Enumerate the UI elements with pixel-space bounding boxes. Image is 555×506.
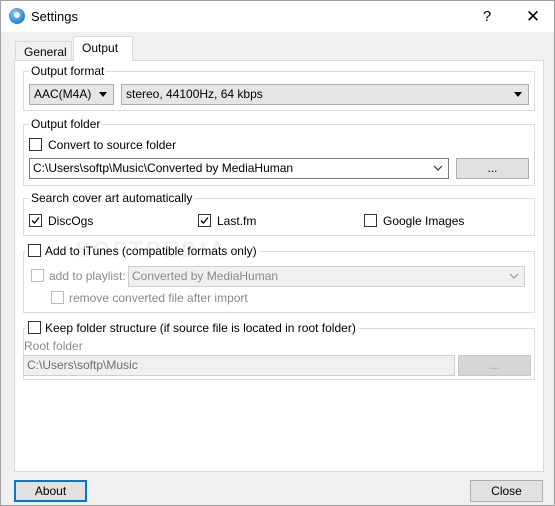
lastfm-checkbox[interactable] [198,214,211,227]
remove-after-import-label: remove converted file after import [69,291,248,305]
output-format-label: Output format [29,64,107,78]
keep-folder-structure-label: Keep folder structure (if source file is… [45,321,356,335]
settings-window: Settings ? ✕ General Output Output forma… [0,0,555,506]
chevron-down-icon [514,92,522,97]
root-folder-value: C:\Users\softp\Music [27,358,138,372]
google-images-checkbox[interactable] [364,214,377,227]
convert-to-source-label: Convert to source folder [48,138,177,152]
convert-to-source-checkbox[interactable] [29,138,42,151]
root-folder-input[interactable]: C:\Users\softp\Music [23,355,455,376]
playlist-select-value: Converted by MediaHuman [132,269,279,283]
tab-general[interactable]: General [15,41,72,60]
format-select[interactable]: AAC(M4A) [29,84,114,105]
chevron-down-icon [433,165,443,171]
add-to-playlist-label: add to playlist: [49,269,126,283]
output-tab-panel: Output format AAC(M4A) stereo, 44100Hz, … [14,60,544,472]
format-select-value: AAC(M4A) [34,87,92,101]
cover-art-group: Search cover art automatically DiscOgs L… [23,191,535,236]
quality-select-value: stereo, 44100Hz, 64 kbps [126,87,263,101]
discogs-label: DiscOgs [48,214,94,228]
close-window-button[interactable]: ✕ [513,1,553,32]
checkmark-icon [200,217,209,224]
chevron-down-icon [99,92,107,97]
chevron-down-icon [509,273,519,279]
output-folder-path-value: C:\Users\softp\Music\Converted by MediaH… [33,161,294,175]
watermark: SOFTPEDIA [75,237,228,262]
output-folder-label: Output folder [29,117,103,131]
cover-art-label: Search cover art automatically [29,191,195,205]
help-button[interactable]: ? [471,1,503,32]
remove-after-import-checkbox[interactable] [51,291,64,304]
output-folder-group: Output folder Convert to source folder C… [23,117,535,186]
folder-structure-header: Keep folder structure (if source file is… [26,321,358,335]
window-title: Settings [31,9,78,24]
close-button[interactable]: Close [470,480,543,502]
tab-output[interactable]: Output [73,36,133,61]
add-to-itunes-checkbox[interactable] [28,244,41,257]
output-format-group: Output format AAC(M4A) stereo, 44100Hz, … [23,64,535,111]
lastfm-label: Last.fm [217,214,257,228]
add-to-playlist-checkbox[interactable] [31,269,44,282]
browse-root-folder-button[interactable]: ... [458,355,531,376]
google-images-label: Google Images [383,214,465,228]
checkmark-icon [31,217,40,224]
app-logo-icon [9,8,25,24]
discogs-checkbox[interactable] [29,214,42,227]
output-folder-path-input[interactable]: C:\Users\softp\Music\Converted by MediaH… [29,158,449,179]
root-folder-label: Root folder [24,339,83,353]
keep-folder-structure-checkbox[interactable] [28,321,41,334]
about-button[interactable]: About [14,480,87,502]
quality-select[interactable]: stereo, 44100Hz, 64 kbps [121,84,529,105]
browse-output-folder-button[interactable]: ... [456,158,529,179]
playlist-select[interactable]: Converted by MediaHuman [128,266,525,287]
title-bar[interactable]: Settings ? ✕ [1,1,554,32]
